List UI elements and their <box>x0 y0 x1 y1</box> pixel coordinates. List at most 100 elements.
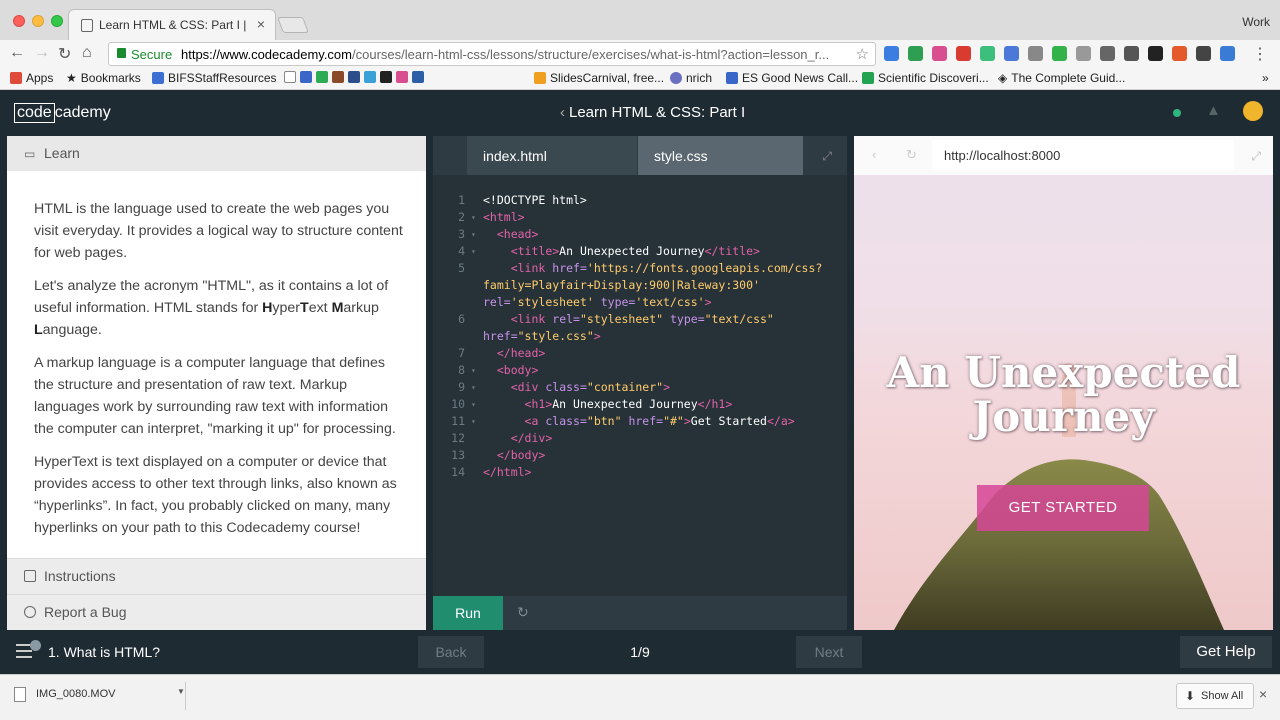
bookmark-icons <box>284 71 424 83</box>
bookmark-complete-guide[interactable]: ◈ The Complete Guid... <box>998 71 1125 85</box>
get-help-button[interactable]: Get Help <box>1180 636 1272 668</box>
bookmark-slidescarnival[interactable]: SlidesCarnival, free... <box>534 71 664 85</box>
extension-icon[interactable] <box>980 46 995 61</box>
run-button[interactable]: Run <box>433 596 503 630</box>
checkbox-icon <box>24 570 36 582</box>
calendar-icon[interactable] <box>300 71 312 83</box>
extension-icon[interactable] <box>1004 46 1019 61</box>
browser-menu-icon[interactable]: ⋮ <box>1252 44 1268 64</box>
online-status-dot <box>1173 109 1181 117</box>
bookmark-bifsstaff[interactable]: BIFSStaffResources <box>152 71 277 85</box>
reset-code-icon[interactable]: ↻ <box>517 604 529 621</box>
app-icon[interactable] <box>412 71 424 83</box>
codecademy-logo[interactable]: code cademy <box>14 103 111 123</box>
code-area[interactable]: 1 <!DOCTYPE html> 2 ▾ <html> 3 ▾ <head> 4 ▾ <… <box>433 192 847 481</box>
app-icon[interactable] <box>396 71 408 83</box>
maximize-window-button[interactable] <box>51 15 63 27</box>
close-shelf-icon[interactable]: × <box>1259 686 1267 702</box>
home-icon[interactable]: ⌂ <box>82 44 92 62</box>
cloud-icon[interactable] <box>364 71 376 83</box>
bookmark-nrich[interactable]: nrich <box>670 71 712 85</box>
bookmark-es-good-news[interactable]: ES Good News Call... <box>726 71 858 85</box>
instructions-label: Instructions <box>44 568 116 584</box>
url-text[interactable]: https://www.codecademy.com/courses/learn… <box>181 47 841 62</box>
extension-icon[interactable] <box>1220 46 1235 61</box>
extension-icon[interactable] <box>932 46 947 61</box>
secure-label: Secure <box>131 47 173 62</box>
close-window-button[interactable] <box>13 15 25 27</box>
preview-heading: An Unexpected Journey <box>886 348 1241 441</box>
bookmark-star-icon[interactable]: ☆ <box>856 45 869 63</box>
extension-icon[interactable] <box>884 46 899 61</box>
new-tab-button[interactable] <box>277 17 309 33</box>
learn-header[interactable]: ▭ Learn <box>7 136 426 171</box>
extension-icon[interactable] <box>1100 46 1115 61</box>
next-button[interactable]: Next <box>796 636 862 668</box>
tab-close-icon[interactable]: × <box>257 16 265 32</box>
lesson-name[interactable]: 1. What is HTML? <box>48 644 160 660</box>
lesson-progress: 1/9 <box>630 644 650 660</box>
lesson-paragraph: A markup language is a computer language… <box>34 355 396 437</box>
extension-icon[interactable] <box>1052 46 1067 61</box>
download-arrow-icon: ⬇ <box>1185 689 1196 703</box>
drive-icon[interactable] <box>316 71 328 83</box>
extension-icon[interactable] <box>1076 46 1091 61</box>
get-started-button[interactable]: GET STARTED <box>977 485 1149 531</box>
diamond-icon: ◈ <box>998 71 1008 85</box>
doc-icon <box>726 72 738 84</box>
tab-index-html[interactable]: index.html <box>467 136 637 175</box>
bookmark-scientific[interactable]: Scientific Discoveri... <box>862 71 989 85</box>
preview-url[interactable]: http://localhost:8000 <box>932 140 1234 171</box>
minimize-window-button[interactable] <box>32 15 44 27</box>
preview-reload-icon[interactable]: ↻ <box>906 147 917 163</box>
instructions-toggle[interactable]: Instructions <box>7 558 426 594</box>
run-bar: Run ↻ <box>433 596 847 630</box>
profile-name[interactable]: Work <box>1242 15 1270 29</box>
back-arrow-icon[interactable]: ← <box>9 44 25 62</box>
chevron-left-icon: ‹ <box>560 104 565 121</box>
browser-toolbar: ← → ↻ ⌂ Secure https://www.codecademy.co… <box>0 40 1280 68</box>
notification-bell-icon[interactable]: ▲ <box>1206 102 1221 119</box>
globe-icon[interactable] <box>348 71 360 83</box>
extension-icon[interactable] <box>908 46 923 61</box>
extension-icon[interactable] <box>1196 46 1211 61</box>
download-item[interactable]: IMG_0080.MOV ▼ <box>6 682 186 710</box>
lesson-paragraph: HyperText is text displayed on a compute… <box>34 454 397 536</box>
contacts-icon[interactable] <box>332 71 344 83</box>
tab-style-css[interactable]: style.css <box>638 136 803 175</box>
expand-preview-icon[interactable]: ⤢ <box>1251 149 1261 164</box>
lesson-content: HTML is the language used to create the … <box>34 198 404 558</box>
book-icon: ▭ <box>24 147 36 161</box>
avatar[interactable] <box>1243 101 1263 121</box>
apps-grid-icon <box>10 72 22 84</box>
expand-editor-icon[interactable]: ⤢ <box>822 149 832 164</box>
menu-badge <box>30 640 41 651</box>
browser-tab[interactable]: Learn HTML & CSS: Part I | Co × <box>68 9 276 40</box>
address-bar[interactable]: Secure https://www.codecademy.com/course… <box>108 42 876 66</box>
learn-panel: ▭ Learn HTML is the language used to cre… <box>7 136 426 630</box>
lesson-paragraph: HTML is the language used to create the … <box>34 201 403 261</box>
page-icon[interactable] <box>284 71 296 83</box>
app-icon[interactable] <box>380 71 392 83</box>
extension-icon[interactable] <box>1124 46 1139 61</box>
codecademy-header: code cademy ‹ Learn HTML & CSS: Part I ▲ <box>0 90 1280 136</box>
hero-image: An Unexpected Journey GET STARTED <box>854 175 1273 630</box>
back-button[interactable]: Back <box>418 636 484 668</box>
extension-icon[interactable] <box>1028 46 1043 61</box>
chevron-down-icon[interactable]: ▼ <box>177 687 185 696</box>
forward-arrow-icon[interactable]: → <box>34 44 50 62</box>
course-title[interactable]: ‹ Learn HTML & CSS: Part I <box>560 104 745 121</box>
extension-icon[interactable] <box>1148 46 1163 61</box>
browser-titlebar: Learn HTML & CSS: Part I | Co × Work <box>0 0 1280 40</box>
report-bug-button[interactable]: Report a Bug <box>7 594 426 630</box>
preview-back-icon[interactable]: ‹ <box>872 147 876 162</box>
bookmark-apps[interactable]: Apps <box>10 71 53 85</box>
extension-icon[interactable] <box>1172 46 1187 61</box>
reload-icon[interactable]: ↻ <box>58 44 71 64</box>
lesson-footer: 1. What is HTML? Back 1/9 Next Get Help <box>0 630 1280 674</box>
download-file-name: IMG_0080.MOV <box>36 688 116 700</box>
bookmark-bookmarks[interactable]: ★ Bookmarks <box>66 71 141 85</box>
show-all-downloads-button[interactable]: ⬇ Show All <box>1176 683 1255 709</box>
extension-icon[interactable] <box>956 46 971 61</box>
bookmarks-overflow-icon[interactable]: » <box>1262 71 1269 85</box>
